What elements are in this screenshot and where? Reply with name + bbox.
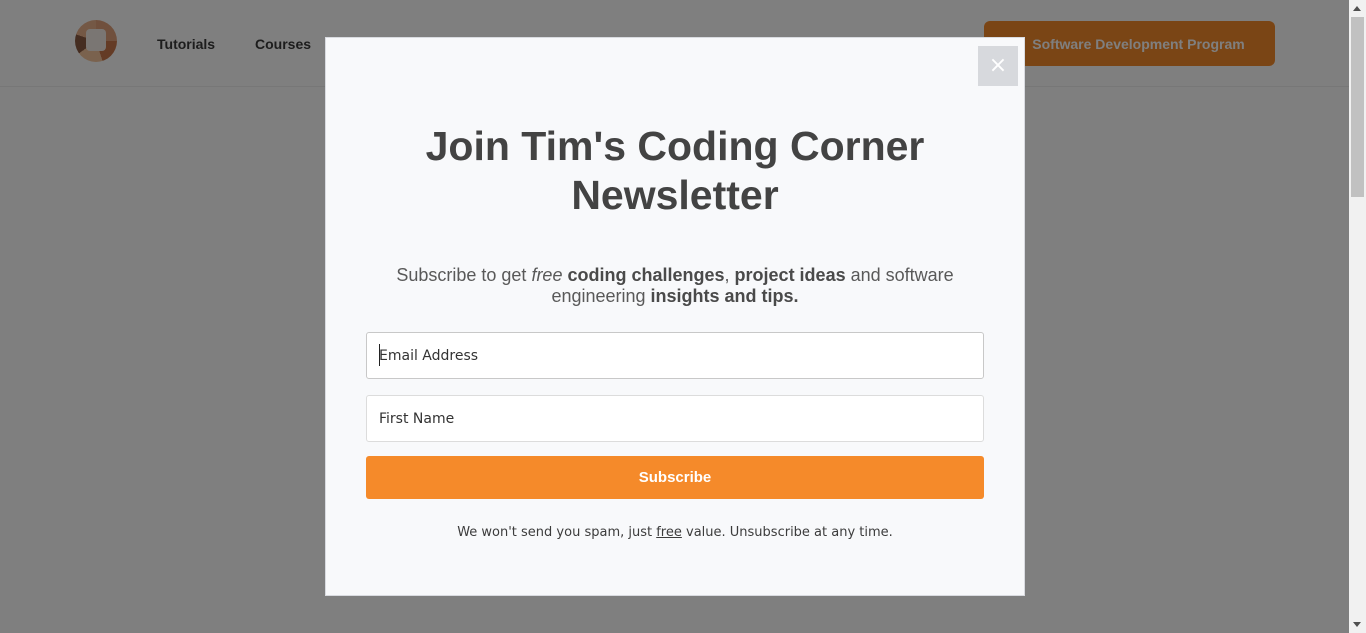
subtitle-coding-challenges: coding challenges — [567, 265, 725, 285]
subtitle-project-ideas: project ideas — [734, 265, 846, 285]
subtitle-prefix: Subscribe to get — [396, 265, 532, 285]
disclaimer-prefix: We won't send you spam, just — [457, 525, 657, 540]
scroll-down-arrow-icon[interactable] — [1353, 622, 1361, 627]
close-icon: × — [988, 53, 1008, 78]
subtitle-insights: insights and tips. — [650, 286, 799, 306]
close-button[interactable]: × — [978, 46, 1018, 86]
subtitle-comma: , — [724, 265, 735, 285]
spam-disclaimer: We won't send you spam, just free value.… — [366, 525, 984, 540]
scroll-up-arrow-icon[interactable] — [1353, 6, 1361, 11]
subtitle-free: free — [531, 265, 563, 285]
modal-title: Join Tim's Coding Corner Newsletter — [425, 123, 925, 218]
disclaimer-free: free — [656, 525, 682, 540]
email-field[interactable] — [366, 332, 984, 379]
scrollbar-thumb[interactable] — [1351, 17, 1364, 197]
modal-subtitle: Subscribe to get free coding challenges,… — [366, 265, 984, 307]
vertical-scrollbar[interactable] — [1349, 0, 1366, 633]
disclaimer-suffix: value. Unsubscribe at any time. — [681, 525, 893, 540]
subscribe-button[interactable]: Subscribe — [366, 456, 984, 499]
newsletter-modal: × Join Tim's Coding Corner Newsletter Su… — [325, 37, 1025, 596]
first-name-field[interactable] — [366, 395, 984, 442]
text-caret — [379, 344, 380, 366]
